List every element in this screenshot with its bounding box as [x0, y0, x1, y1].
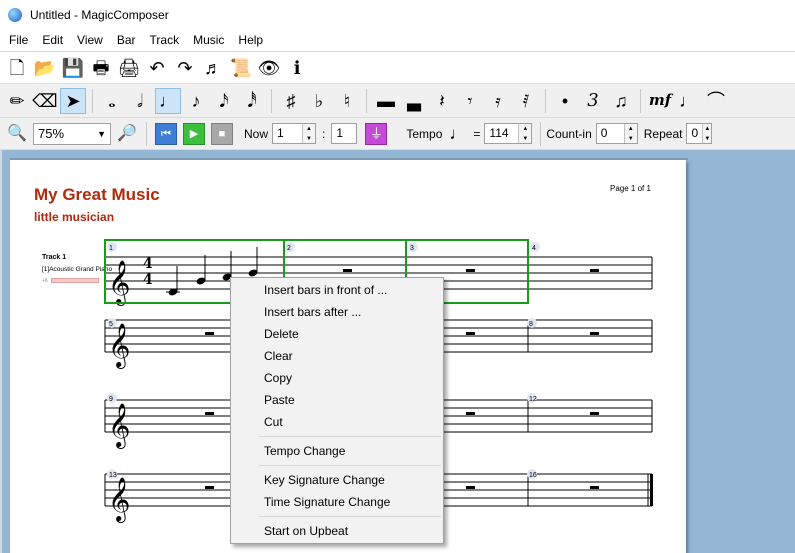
whole-rest — [590, 412, 599, 415]
menu-key-signature-change[interactable]: Key Signature Change — [231, 469, 443, 491]
context-menu: Insert bars in front of ... Insert bars a… — [230, 277, 444, 544]
bar-number: 8 — [529, 321, 533, 328]
whole-rest — [343, 269, 352, 272]
menu-copy[interactable]: Copy — [231, 367, 443, 389]
menu-paste[interactable]: Paste — [231, 389, 443, 411]
whole-rest — [590, 269, 599, 272]
bar-number: 9 — [109, 396, 113, 403]
menu-separator — [259, 516, 441, 517]
bar-number: 12 — [529, 396, 537, 403]
whole-rest — [466, 269, 475, 272]
menu-insert-bars-after[interactable]: Insert bars after ... — [231, 301, 443, 323]
treble-clef-icon: 𝄞 — [108, 323, 130, 369]
whole-rest — [466, 412, 475, 415]
menu-cut[interactable]: Cut — [231, 411, 443, 433]
whole-rest — [590, 332, 599, 335]
whole-rest — [466, 332, 475, 335]
menu-time-signature-change[interactable]: Time Signature Change — [231, 491, 443, 513]
whole-rest — [590, 486, 599, 489]
whole-rest — [466, 486, 475, 489]
menu-tempo-change[interactable]: Tempo Change — [231, 440, 443, 462]
bar-number: 16 — [529, 472, 537, 479]
menu-separator — [259, 465, 441, 466]
bar-number: 4 — [532, 245, 536, 252]
bar-number: 5 — [109, 321, 113, 328]
menu-insert-bars-before[interactable]: Insert bars in front of ... — [231, 279, 443, 301]
treble-clef-icon: 𝄞 — [108, 403, 130, 449]
whole-rest — [205, 486, 214, 489]
menu-delete[interactable]: Delete — [231, 323, 443, 345]
treble-clef-icon: 𝄞 — [108, 260, 130, 306]
bar-number: 3 — [410, 245, 414, 252]
time-signature-top: 4 — [143, 256, 153, 272]
menu-separator — [259, 436, 441, 437]
bar-number: 13 — [109, 472, 117, 479]
bar-number: 2 — [287, 245, 291, 252]
bar-number: 1 — [109, 245, 113, 252]
menu-start-on-upbeat[interactable]: Start on Upbeat — [231, 520, 443, 542]
menu-clear[interactable]: Clear — [231, 345, 443, 367]
whole-rest — [205, 332, 214, 335]
treble-clef-icon: 𝄞 — [108, 477, 130, 523]
final-barline — [650, 474, 653, 506]
time-signature-bottom: 4 — [143, 272, 153, 288]
whole-rest — [205, 412, 214, 415]
